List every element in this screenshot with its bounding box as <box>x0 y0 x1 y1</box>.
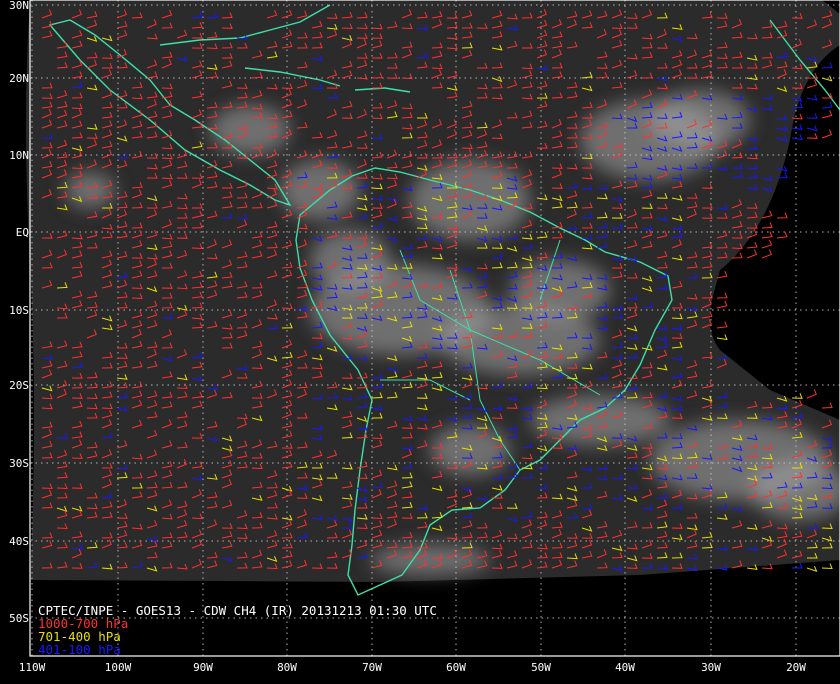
lon-label: 40W <box>615 661 635 674</box>
lon-label: 100W <box>104 661 132 674</box>
lon-label: 110W <box>18 661 46 674</box>
lat-label: 50S <box>9 612 29 625</box>
lon-label: 90W <box>193 661 213 674</box>
legend-high-level: 401-100 hPa <box>38 642 121 657</box>
satellite-map: 30N 20N 10N EQ 10S 20S 30S 40S 50S 110W … <box>0 0 840 680</box>
cloud-patch <box>370 545 490 575</box>
lat-label: 10S <box>9 304 29 317</box>
cloud-patch <box>650 90 750 150</box>
lat-label: 30N <box>9 0 29 12</box>
cloud-patch <box>530 395 670 445</box>
lon-label: 60W <box>446 661 466 674</box>
lon-label: 20W <box>786 661 806 674</box>
lon-label: 70W <box>362 661 382 674</box>
lat-label: 20S <box>9 379 29 392</box>
lon-label: 50W <box>531 661 551 674</box>
map-canvas <box>0 0 840 680</box>
lon-label: 30W <box>701 661 721 674</box>
lon-label: 80W <box>277 661 297 674</box>
lat-label: 30S <box>9 457 29 470</box>
cloud-patch <box>510 260 610 320</box>
lat-label: 10N <box>9 149 29 162</box>
lat-label: 20N <box>9 72 29 85</box>
lat-label: 40S <box>9 535 29 548</box>
map-caption: CPTEC/INPE - GOES13 - CDW CH4 (IR) 20131… <box>38 604 437 656</box>
lat-label: EQ <box>15 226 29 239</box>
